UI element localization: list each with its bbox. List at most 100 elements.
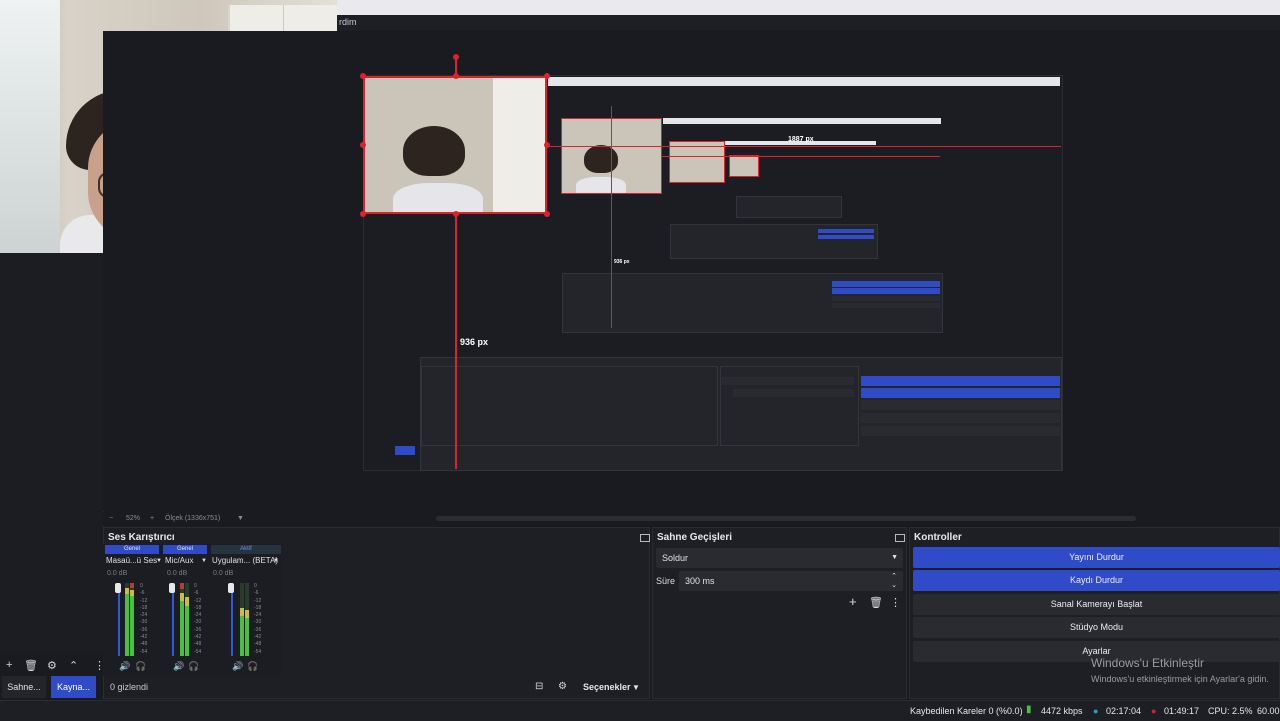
activation-watermark-title: Windows'u Etkinleştir <box>1091 656 1204 670</box>
distance-label: 936 px <box>460 337 489 347</box>
chevron-down-icon[interactable]: ▼ <box>237 515 244 522</box>
level-meter <box>245 583 249 656</box>
meter-scale: 0 -6 -12 -18 -24 -30 -36 -42 -48 -54 <box>194 583 202 655</box>
nested-preview-bar <box>548 77 1060 86</box>
activation-watermark-text: Windows'u etkinleştirmek için Ayarlar'a … <box>1091 674 1269 684</box>
resize-handle[interactable] <box>544 142 550 148</box>
webcam-source-selected[interactable] <box>363 76 547 214</box>
dock-title: Sahne Geçişleri <box>657 532 733 543</box>
fps: 60.00 <box>1257 706 1280 716</box>
tab-sources[interactable]: Kayna... <box>51 676 96 698</box>
trash-icon[interactable]: 🗑 <box>24 659 38 672</box>
distance-label: 1887 px <box>788 136 814 143</box>
bitrate: 4472 kbps <box>1041 706 1083 716</box>
stop-streaming-button[interactable]: Yayını Durdur <box>913 547 1280 568</box>
chevron-down-icon[interactable]: ▼ <box>632 683 640 692</box>
settings-icon[interactable]: ⚙ <box>558 681 567 692</box>
nested-obs-docks-4 <box>736 196 842 218</box>
volume-fader[interactable] <box>231 583 233 656</box>
resize-handle[interactable] <box>453 211 459 217</box>
channel-name[interactable]: Mic/Aux <box>165 556 193 565</box>
nested-preview-bar <box>663 118 941 124</box>
channel-volume: 0.0 dB <box>213 570 234 577</box>
headphones-icon[interactable]: 🎧 <box>135 661 146 672</box>
studio-mode-button[interactable]: Stüdyo Modu <box>913 617 1280 638</box>
record-time: 01:49:17 <box>1164 706 1200 716</box>
headphones-icon[interactable]: 🎧 <box>188 661 199 672</box>
tab-scenes[interactable]: Sahne... <box>2 676 46 698</box>
signal-icon: ▮ <box>1026 704 1032 715</box>
transform-guide <box>547 146 1061 147</box>
resize-handle[interactable] <box>360 211 366 217</box>
live-time: 02:17:04 <box>1106 706 1142 716</box>
level-meter <box>185 583 189 656</box>
volume-fader[interactable] <box>172 583 174 656</box>
resize-handle[interactable] <box>544 211 550 217</box>
options-menu[interactable]: Seçenekler <box>583 682 631 692</box>
undock-icon[interactable] <box>895 534 905 542</box>
fader-knob[interactable] <box>169 583 175 593</box>
volume-fader[interactable] <box>118 583 120 656</box>
webcam-source-nested <box>729 155 759 177</box>
duration-input[interactable]: 300 ms ⌃ ⌄ <box>679 571 903 591</box>
rotation-handle[interactable] <box>453 54 459 60</box>
fader-knob[interactable] <box>228 583 234 593</box>
meter-scale: 0 -6 -12 -18 -24 -30 -36 -42 -48 -54 <box>254 583 262 655</box>
zoom-in-icon[interactable]: + <box>150 515 154 522</box>
channel-name[interactable]: Uygulam... (BETA) <box>212 556 278 565</box>
hidden-count: 0 gizlendi <box>110 682 149 692</box>
zoom-level: 52% <box>126 515 141 522</box>
scenes-sources-dock <box>0 253 104 653</box>
channel-tag: Genel <box>163 545 207 554</box>
transform-guide <box>455 214 457 469</box>
add-icon[interactable]: + <box>849 594 857 609</box>
speaker-icon[interactable]: 🔊 <box>173 661 184 672</box>
trash-icon[interactable]: 🗑 <box>869 596 883 609</box>
channel-tag: Aktif <box>211 545 281 554</box>
record-icon: ● <box>1151 706 1157 716</box>
transform-guide <box>662 156 940 157</box>
dock-title: Ses Karıştırıcı <box>108 532 175 543</box>
channel-name[interactable]: Masaü...ü Ses <box>106 556 157 565</box>
distance-label: 936 px <box>614 259 630 265</box>
webcam-source-nested <box>669 141 725 183</box>
level-meter <box>240 583 244 656</box>
resize-handle[interactable] <box>360 73 366 79</box>
title-bar <box>337 0 1280 15</box>
undock-icon[interactable] <box>640 534 650 542</box>
resize-handle[interactable] <box>453 73 459 79</box>
chevron-down-icon[interactable]: ▼ <box>273 558 279 564</box>
add-icon[interactable]: + <box>6 659 12 671</box>
scale-select[interactable]: Ölçek (1336x751) <box>165 515 220 522</box>
channel-tag: Genel <box>105 545 159 554</box>
chevron-down-icon[interactable]: ▼ <box>201 558 207 564</box>
speaker-icon[interactable]: 🔊 <box>119 661 130 672</box>
resize-handle[interactable] <box>544 73 550 79</box>
transform-guide <box>611 106 612 328</box>
zoom-out-icon[interactable]: − <box>109 515 113 522</box>
cpu-usage: CPU: 2.5% <box>1208 706 1253 716</box>
layout-icon[interactable]: ⊟ <box>535 681 543 692</box>
fader-knob[interactable] <box>115 583 121 593</box>
chevron-down-icon[interactable]: ▼ <box>156 558 162 564</box>
dropped-frames: Kaybedilen Kareler 0 (%0.0) <box>910 706 1023 716</box>
speaker-icon[interactable]: 🔊 <box>232 661 243 672</box>
channel-volume: 0.0 dB <box>167 570 188 577</box>
headphones-icon[interactable]: 🎧 <box>247 661 258 672</box>
menu-item[interactable]: rdim <box>339 17 357 27</box>
channel-volume: 0.0 dB <box>107 570 128 577</box>
stop-recording-button[interactable]: Kaydı Durdur <box>913 570 1280 591</box>
meter-scale: 0 -6 -12 -18 -24 -30 -36 -42 -48 -54 <box>140 583 148 655</box>
menu-bar: rdim <box>337 15 1280 31</box>
resize-handle[interactable] <box>360 142 366 148</box>
gear-icon[interactable]: ⚙ <box>47 659 57 672</box>
horizontal-scrollbar[interactable] <box>436 516 1136 521</box>
more-icon[interactable]: ⋮ <box>94 659 105 672</box>
level-meter <box>130 583 134 656</box>
more-icon[interactable]: ⋮ <box>890 596 901 609</box>
transition-select[interactable]: Soldur ▼ <box>656 548 903 568</box>
duration-label: Süre <box>656 576 676 586</box>
dock-title: Kontroller <box>914 532 962 543</box>
chevron-up-icon[interactable]: ⌃ <box>69 659 78 672</box>
start-virtual-camera-button[interactable]: Sanal Kamerayı Başlat <box>913 594 1280 615</box>
